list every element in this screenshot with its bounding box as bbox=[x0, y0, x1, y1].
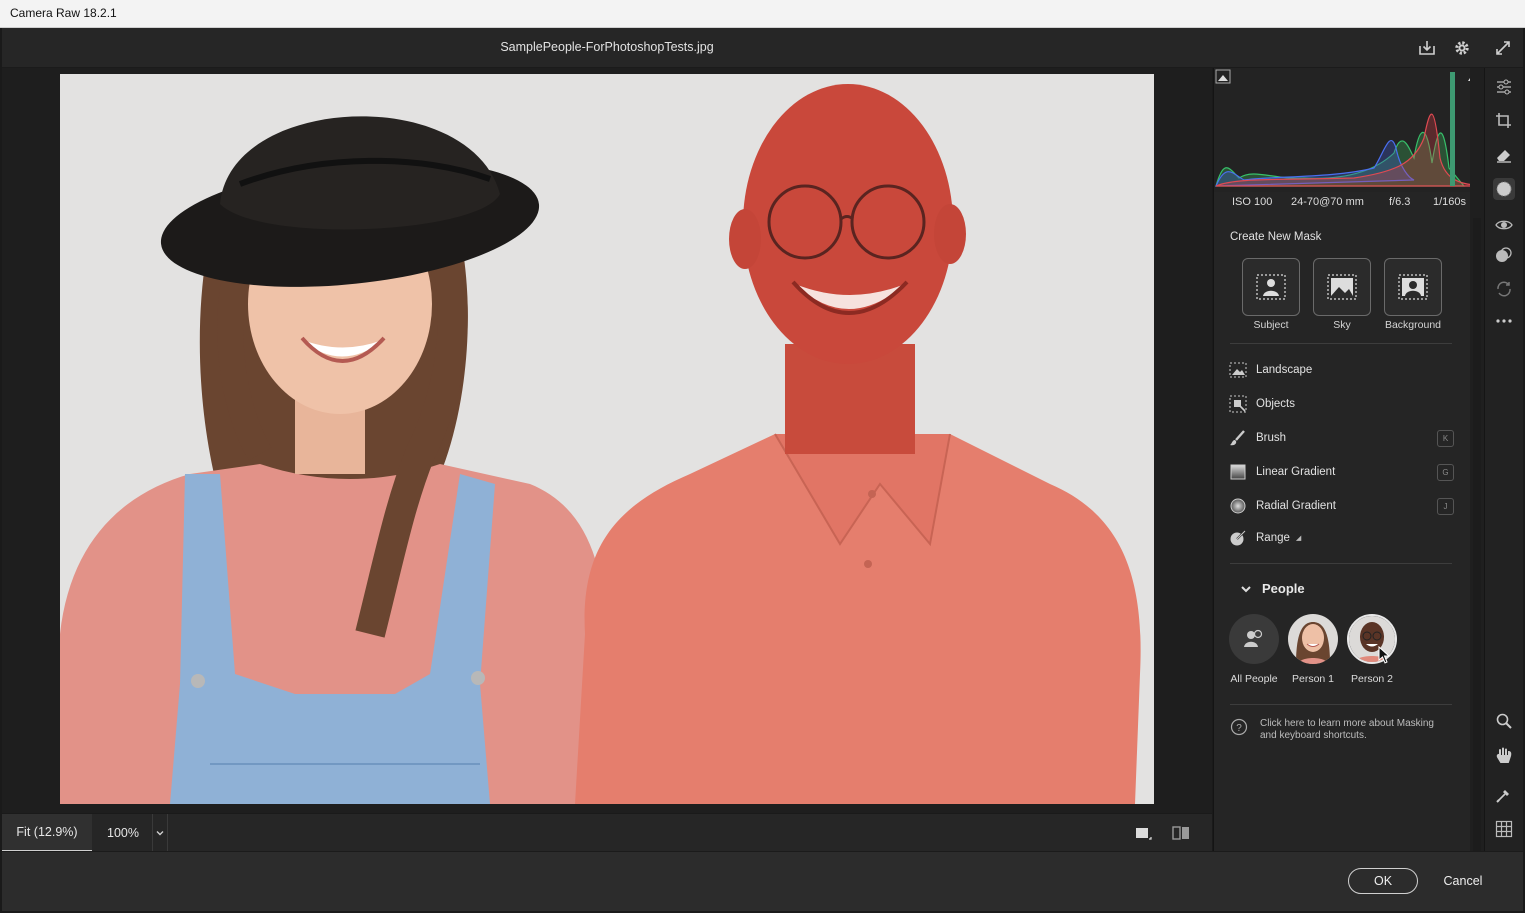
scrollbar-track bbox=[1473, 218, 1481, 858]
range-tool[interactable]: Range ◢ bbox=[1228, 525, 1454, 551]
single-view-icon[interactable] bbox=[1134, 825, 1152, 841]
all-people-label: All People bbox=[1230, 673, 1278, 685]
fullscreen-icon[interactable] bbox=[1492, 37, 1514, 59]
cursor-icon bbox=[1378, 646, 1391, 664]
file-name: SamplePeople-ForPhotoshopTests.jpg bbox=[500, 40, 714, 54]
objects-icon bbox=[1228, 394, 1248, 414]
masking-panel: ISO 100 24-70@70 mm f/6.3 1/160s Create … bbox=[1213, 68, 1484, 851]
person-1-item[interactable]: Person 1 bbox=[1280, 614, 1346, 685]
linear-gradient-icon bbox=[1228, 462, 1248, 482]
zoom-100-button[interactable]: 100% bbox=[94, 814, 152, 852]
create-new-mask-label: Create New Mask bbox=[1230, 231, 1322, 243]
background-mask-button[interactable] bbox=[1384, 258, 1442, 316]
histogram-graph bbox=[1214, 68, 1484, 192]
color-sampler-icon[interactable] bbox=[1493, 784, 1515, 806]
presets-icon[interactable] bbox=[1493, 244, 1515, 266]
person-1-avatar bbox=[1288, 614, 1338, 664]
image-canvas[interactable] bbox=[2, 68, 1212, 813]
before-after-icon[interactable] bbox=[1171, 825, 1191, 841]
brush-label: Brush bbox=[1256, 432, 1287, 444]
svg-text:?: ? bbox=[1236, 723, 1242, 734]
subject-icon bbox=[1256, 274, 1286, 300]
divider bbox=[1230, 704, 1452, 705]
edit-sliders-icon[interactable] bbox=[1493, 76, 1515, 98]
header-bar: SamplePeople-ForPhotoshopTests.jpg bbox=[2, 28, 1523, 68]
ok-button[interactable]: OK bbox=[1348, 868, 1418, 894]
exif-info: ISO 100 24-70@70 mm f/6.3 1/160s bbox=[1214, 192, 1484, 214]
exif-iso: ISO 100 bbox=[1232, 196, 1273, 208]
sky-icon bbox=[1327, 274, 1357, 300]
all-people-icon bbox=[1229, 614, 1279, 664]
all-people-item[interactable]: All People bbox=[1221, 614, 1287, 685]
exif-lens: 24-70@70 mm bbox=[1291, 196, 1364, 208]
sky-label: Sky bbox=[1333, 319, 1351, 331]
zoom-bar: Fit (12.9%) 100% bbox=[2, 813, 1212, 852]
background-label: Background bbox=[1384, 319, 1442, 331]
radial-gradient-label: Radial Gradient bbox=[1256, 500, 1336, 512]
zoom-dropdown[interactable] bbox=[152, 814, 168, 852]
person-2-label: Person 2 bbox=[1350, 673, 1394, 685]
window-title-bar: Camera Raw 18.2.1 bbox=[0, 0, 1525, 28]
brush-shortcut: K bbox=[1437, 429, 1454, 447]
sky-mask-button[interactable] bbox=[1313, 258, 1371, 316]
subject-label: Subject bbox=[1253, 319, 1289, 331]
divider bbox=[1230, 343, 1452, 344]
panel-scrollbar[interactable] bbox=[1470, 68, 1484, 858]
landscape-tool[interactable]: Landscape bbox=[1228, 357, 1454, 383]
range-expand-icon[interactable]: ◢ bbox=[1296, 534, 1301, 542]
radial-gradient-icon bbox=[1228, 496, 1248, 516]
objects-tool[interactable]: Objects bbox=[1228, 391, 1454, 417]
range-icon bbox=[1228, 528, 1248, 548]
eraser-icon[interactable] bbox=[1493, 144, 1515, 166]
help-icon: ? bbox=[1230, 718, 1248, 736]
gear-icon[interactable] bbox=[1451, 37, 1473, 59]
linear-gradient-shortcut: G bbox=[1437, 463, 1454, 481]
linear-gradient-tool[interactable]: Linear Gradient G bbox=[1228, 459, 1454, 485]
crop-icon[interactable] bbox=[1493, 110, 1515, 132]
brush-icon bbox=[1228, 428, 1248, 448]
right-toolbar bbox=[1484, 68, 1523, 851]
cancel-button[interactable]: Cancel bbox=[1430, 868, 1496, 894]
snapshots-icon[interactable] bbox=[1493, 278, 1515, 300]
radial-gradient-tool[interactable]: Radial Gradient J bbox=[1228, 493, 1454, 519]
brush-tool[interactable]: Brush K bbox=[1228, 425, 1454, 451]
radial-gradient-shortcut: J bbox=[1437, 497, 1454, 515]
dialog-footer: OK Cancel bbox=[2, 851, 1523, 911]
objects-label: Objects bbox=[1256, 398, 1295, 410]
chevron-down-icon bbox=[156, 831, 164, 836]
help-text: Click here to learn more about Masking a… bbox=[1260, 718, 1434, 741]
landscape-icon bbox=[1228, 360, 1248, 380]
more-options-icon[interactable] bbox=[1493, 310, 1515, 332]
window-title: Camera Raw 18.2.1 bbox=[10, 6, 117, 20]
red-eye-icon[interactable] bbox=[1493, 214, 1515, 236]
divider bbox=[1230, 563, 1452, 564]
save-icon[interactable] bbox=[1416, 37, 1438, 59]
landscape-label: Landscape bbox=[1256, 364, 1313, 376]
hand-tool-icon[interactable] bbox=[1493, 744, 1515, 766]
photo[interactable] bbox=[60, 74, 1154, 804]
zoom-fit-button[interactable]: Fit (12.9%) bbox=[2, 814, 92, 852]
masking-icon[interactable] bbox=[1493, 178, 1515, 200]
linear-gradient-label: Linear Gradient bbox=[1256, 466, 1336, 478]
photo-image bbox=[60, 74, 1154, 804]
masking-help-link[interactable]: ? Click here to learn more about Masking… bbox=[1230, 718, 1460, 742]
chevron-down-icon bbox=[1241, 585, 1251, 592]
range-label: Range bbox=[1256, 532, 1290, 544]
person-2-item[interactable]: Person 2 bbox=[1339, 614, 1405, 685]
people-section-header[interactable]: People bbox=[1240, 581, 1305, 596]
person-1-label: Person 1 bbox=[1291, 673, 1335, 685]
grid-icon[interactable] bbox=[1493, 818, 1515, 840]
subject-mask-button[interactable] bbox=[1242, 258, 1300, 316]
background-icon bbox=[1398, 274, 1428, 300]
exif-shutter: 1/160s bbox=[1433, 196, 1467, 208]
people-heading: People bbox=[1262, 581, 1305, 596]
zoom-tool-icon[interactable] bbox=[1493, 710, 1515, 732]
exif-aperture: f/6.3 bbox=[1389, 196, 1411, 208]
